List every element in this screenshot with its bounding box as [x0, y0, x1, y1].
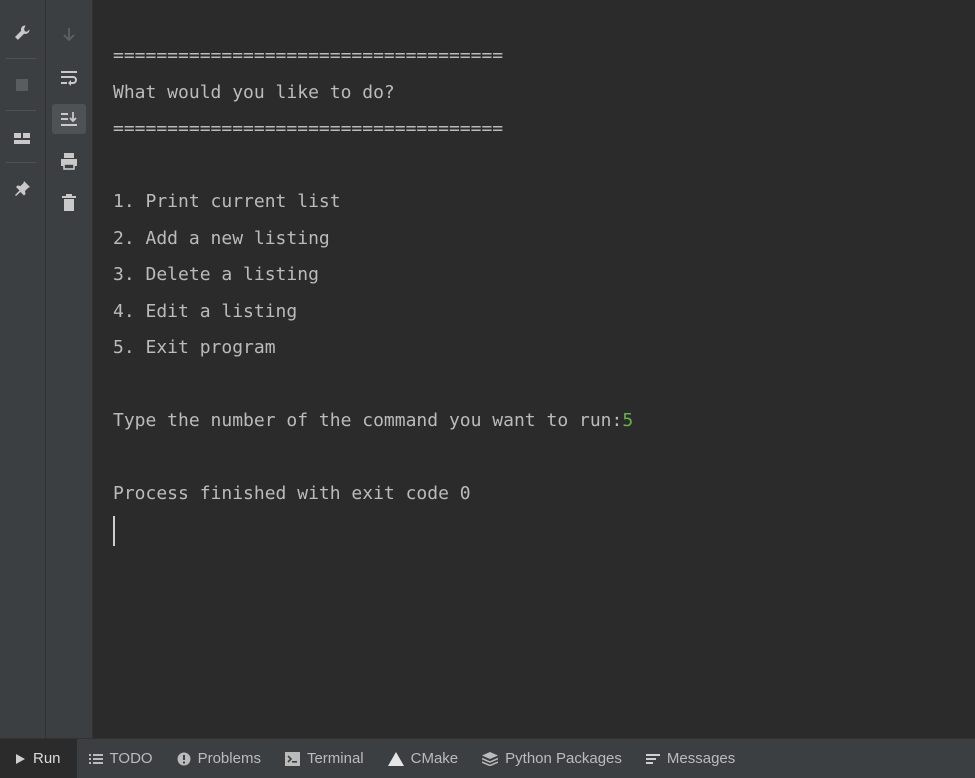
tab-messages[interactable]: Messages — [634, 739, 747, 778]
tab-label: Run — [33, 750, 61, 767]
bottom-tool-bar: Run TODO Problems Terminal CMake Python … — [0, 738, 975, 778]
messages-icon — [645, 753, 660, 764]
tab-label: CMake — [410, 750, 459, 767]
scroll-down-icon[interactable] — [52, 20, 86, 50]
tab-todo[interactable]: TODO — [77, 739, 165, 778]
tab-terminal[interactable]: Terminal — [273, 739, 376, 778]
tab-label: Terminal — [306, 750, 364, 767]
console-toolbar — [46, 0, 93, 738]
console-line: 1. Print current list — [113, 191, 341, 212]
tab-label: Messages — [666, 750, 736, 767]
print-icon[interactable] — [52, 146, 86, 176]
tab-label: TODO — [109, 750, 153, 767]
console-prompt-line: Type the number of the command you want … — [93, 403, 975, 440]
tab-run[interactable]: Run — [0, 738, 77, 778]
cmake-icon — [387, 751, 404, 766]
stop-icon[interactable] — [7, 70, 37, 100]
scroll-to-end-icon[interactable] — [52, 104, 86, 134]
tab-label: Problems — [197, 750, 261, 767]
console-line: 3. Delete a listing — [113, 264, 319, 285]
console-line: 2. Add a new listing — [113, 227, 330, 249]
console-line: Process finished with exit code 0 — [113, 483, 471, 504]
packages-icon — [482, 751, 499, 766]
tab-problems[interactable]: Problems — [165, 739, 273, 778]
left-toolbar — [0, 0, 46, 738]
run-tool-window: ==================================== Wha… — [0, 0, 975, 778]
console-line: ==================================== — [113, 45, 504, 66]
wrench-icon[interactable] — [7, 18, 37, 48]
console-line: ==================================== — [113, 118, 504, 139]
user-input-echo: 5 — [622, 410, 634, 431]
toolbar-separator — [6, 110, 36, 111]
console-line: What would you like to do? — [113, 81, 395, 103]
soft-wrap-icon[interactable] — [52, 62, 86, 92]
tab-label: Python Packages — [505, 750, 622, 767]
tab-cmake[interactable]: CMake — [376, 739, 471, 778]
console-prompt: Type the number of the command you want … — [113, 410, 623, 431]
alert-icon — [177, 752, 191, 765]
terminal-icon — [284, 751, 300, 766]
console-line: 5. Exit program — [113, 337, 276, 358]
layout-icon[interactable] — [7, 124, 37, 154]
play-icon — [16, 753, 25, 764]
console-output[interactable]: ==================================== Wha… — [93, 0, 975, 738]
toolbar-separator — [6, 162, 36, 163]
tab-python-packages[interactable]: Python Packages — [470, 739, 634, 778]
console-input-line[interactable] — [93, 513, 975, 550]
text-cursor — [113, 515, 115, 546]
trash-icon[interactable] — [52, 188, 86, 218]
console-line: 4. Edit a listing — [113, 300, 298, 322]
list-icon — [88, 753, 103, 764]
toolbar-separator — [6, 58, 36, 59]
pin-icon[interactable] — [7, 174, 37, 204]
